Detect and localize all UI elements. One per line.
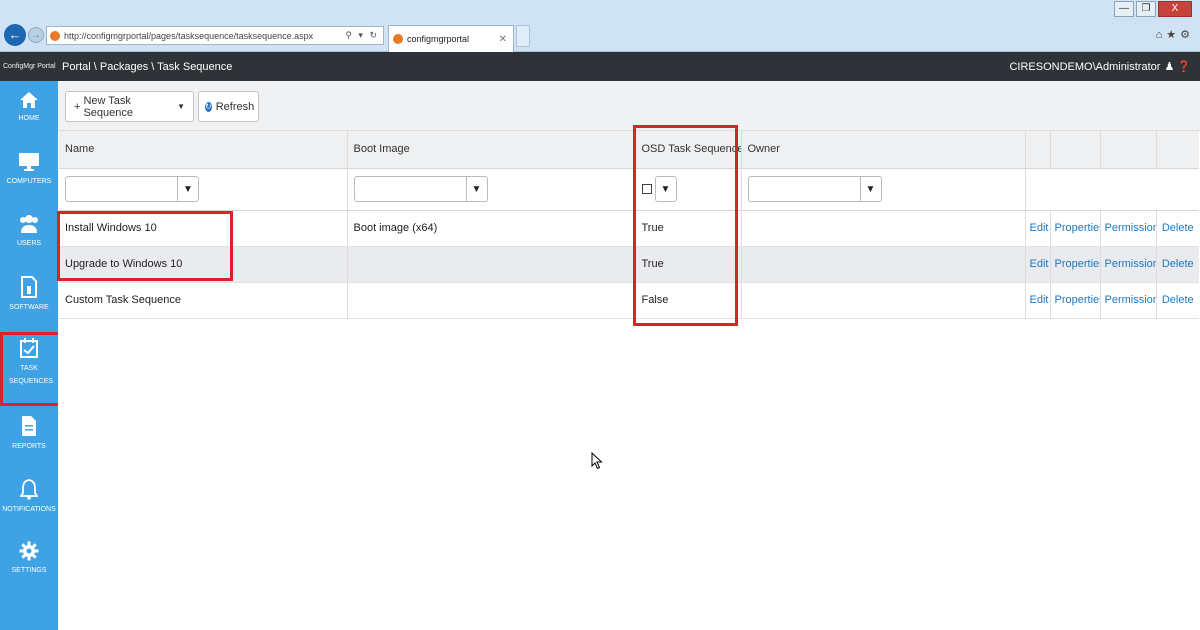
column-header-delete [1156, 131, 1199, 169]
tab-favicon-icon [393, 34, 403, 44]
new-task-sequence-label: New Task Sequence [83, 94, 133, 119]
permissions-link[interactable]: Permissions [1100, 246, 1157, 283]
cell-boot-image: Boot image (x64) [347, 210, 636, 247]
sidebar-label-notifications: NOTIFICATIONS [2, 506, 56, 513]
sidebar-label-settings: SETTINGS [11, 567, 47, 574]
browser-toolbar: — ❐ X ← → http://configmgrportal/pages/t… [0, 0, 1200, 52]
address-bar[interactable]: http://configmgrportal/pages/tasksequenc… [46, 26, 384, 45]
cell-owner [741, 246, 1026, 283]
sidebar-item-users[interactable]: USERS [0, 214, 58, 250]
address-url: http://configmgrportal/pages/tasksequenc… [64, 30, 314, 41]
user-name[interactable]: CIRESONDEMO\Administrator [1009, 61, 1160, 73]
properties-link[interactable]: Properties [1050, 246, 1101, 283]
cell-name: Custom Task Sequence [59, 282, 348, 319]
owner-filter-input[interactable] [749, 177, 861, 201]
cell-boot-image [347, 246, 636, 283]
highlight-box-task-sequences [0, 332, 66, 406]
sidebar-label-computers: COMPUTERS [6, 178, 52, 185]
plus-icon: + [74, 100, 81, 113]
breadcrumb: Portal \ Packages \ Task Sequence [62, 60, 233, 73]
table-row: Custom Task Sequence False Edit Properti… [59, 282, 1199, 319]
cell-owner [741, 282, 1026, 319]
home-icon [20, 92, 38, 108]
highlight-box-names [57, 211, 233, 281]
name-filter-input[interactable] [66, 177, 178, 201]
user-help-icons[interactable]: ♟❓ [1164, 60, 1194, 73]
sidebar-item-reports[interactable]: REPORTS [0, 415, 58, 453]
edit-link[interactable]: Edit [1025, 282, 1051, 319]
properties-link[interactable]: Properties [1050, 282, 1101, 319]
column-header-properties [1050, 131, 1101, 169]
permissions-link[interactable]: Permissions [1100, 282, 1157, 319]
owner-filter-cell: ▼ [741, 168, 1026, 211]
column-header-edit [1025, 131, 1051, 169]
highlight-box-osd [633, 125, 738, 326]
refresh-label: Refresh [215, 100, 255, 113]
users-icon [20, 215, 38, 233]
close-window-button[interactable]: X [1158, 1, 1192, 17]
permissions-link[interactable]: Permissions [1100, 210, 1157, 247]
column-header-owner[interactable]: Owner [741, 131, 1026, 169]
brand-label: ConfigMgr Portal [3, 63, 56, 70]
bell-icon [20, 479, 38, 500]
mouse-cursor-icon [591, 452, 603, 470]
toolbar: + New Task Sequence ▼ ↻ Refresh [58, 81, 1200, 131]
main-content: + New Task Sequence ▼ ↻ Refresh Name Boo… [58, 81, 1200, 630]
owner-filter: ▼ [747, 176, 882, 202]
sidebar-item-notifications[interactable]: NOTIFICATIONS [0, 478, 58, 516]
column-header-boot-image[interactable]: Boot Image [347, 131, 636, 169]
cell-owner [741, 210, 1026, 247]
column-header-permissions [1100, 131, 1157, 169]
monitor-icon [19, 153, 39, 171]
software-icon [21, 276, 37, 298]
filter-icon[interactable]: ▼ [178, 184, 198, 195]
edit-link[interactable]: Edit [1025, 210, 1051, 247]
sidebar-item-home[interactable]: HOME [0, 91, 58, 125]
boot-image-filter-cell: ▼ [347, 168, 636, 211]
sidebar-item-settings[interactable]: SETTINGS [0, 541, 58, 577]
sidebar-label-home: HOME [18, 115, 40, 122]
boot-image-filter-input[interactable] [355, 177, 467, 201]
back-button[interactable]: ← [4, 24, 26, 46]
gear-icon [19, 541, 39, 561]
new-task-sequence-button[interactable]: + New Task Sequence ▼ [65, 91, 194, 122]
sidebar-label-software: SOFTWARE [9, 304, 49, 311]
filter-icon[interactable]: ▼ [467, 184, 487, 195]
edit-link[interactable]: Edit [1025, 246, 1051, 283]
properties-link[interactable]: Properties [1050, 210, 1101, 247]
filter-row: ▼ ▼ ▼ ▼ [59, 168, 1199, 211]
site-favicon-icon [50, 30, 60, 41]
delete-link[interactable]: Delete [1156, 210, 1199, 247]
name-filter-cell: ▼ [59, 168, 348, 211]
column-header-name[interactable]: Name [59, 131, 348, 169]
restore-button[interactable]: ❐ [1136, 1, 1156, 17]
refresh-icon: ↻ [205, 101, 212, 112]
sidebar-item-computers[interactable]: COMPUTERS [0, 152, 58, 188]
delete-link[interactable]: Delete [1156, 246, 1199, 283]
chevron-down-icon: ▼ [177, 102, 185, 111]
refresh-button[interactable]: ↻ Refresh [198, 91, 259, 122]
sidebar-item-software[interactable]: SOFTWARE [0, 276, 58, 314]
new-tab-button[interactable] [516, 25, 530, 47]
table-header-row: Name Boot Image OSD Task Sequence Owner [59, 131, 1199, 169]
window-controls: — ❐ X [1114, 1, 1192, 17]
document-icon [22, 416, 36, 436]
browser-tab[interactable]: configmgrportal ✕ [388, 25, 514, 52]
sidebar-label-reports: REPORTS [12, 443, 46, 450]
minimize-button[interactable]: — [1114, 1, 1134, 17]
browser-tools-icons[interactable]: ⌂★⚙ [1156, 28, 1194, 41]
cell-boot-image [347, 282, 636, 319]
filter-row-spacer [1025, 168, 1199, 211]
search-refresh-icons[interactable]: ⚲ ▾ ↻ [345, 30, 383, 41]
sidebar-label-users: USERS [16, 240, 42, 247]
filter-icon[interactable]: ▼ [861, 184, 881, 195]
name-filter: ▼ [65, 176, 199, 202]
tab-title: configmgrportal [407, 34, 470, 44]
boot-image-filter: ▼ [353, 176, 488, 202]
delete-link[interactable]: Delete [1156, 282, 1199, 319]
app-header: ConfigMgr Portal Portal \ Packages \ Tas… [0, 52, 1200, 81]
tab-close-icon[interactable]: ✕ [499, 34, 507, 45]
forward-button[interactable]: → [28, 27, 44, 43]
